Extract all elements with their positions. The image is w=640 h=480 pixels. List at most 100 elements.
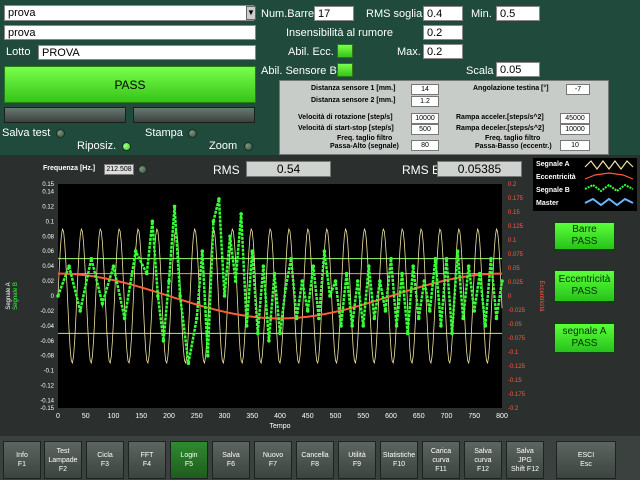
rampa-acc-field[interactable]: 45000 — [560, 113, 590, 124]
segnale-b-point-70 — [494, 316, 499, 321]
segnale-b-point-16 — [194, 316, 199, 321]
pb-field[interactable]: 10 — [560, 140, 590, 151]
segnale-b-point-58 — [428, 309, 432, 313]
y-tick-right-9: -0.025 — [508, 308, 526, 314]
abil-sensore-b-toggle[interactable] — [337, 63, 353, 77]
min-label: Min. — [471, 8, 492, 20]
lotto-label: Lotto — [6, 46, 31, 58]
x-tick-5: 250 — [191, 413, 203, 420]
rms-label: RMS — [213, 163, 240, 177]
legend-swatch-ecc — [584, 172, 634, 180]
salva-test-label: Salva test — [2, 127, 51, 139]
segnale-b-point-50 — [383, 309, 388, 313]
freq-led — [138, 165, 147, 174]
segnale-b-point-35 — [300, 279, 305, 283]
barre-pass-button[interactable]: Barre PASS — [553, 221, 616, 251]
scala-label: Scala — [466, 65, 494, 77]
insensibilita-field[interactable]: 0.2 — [423, 25, 463, 40]
angolo-field[interactable]: -7 — [566, 84, 590, 95]
fkey-f11[interactable]: Carica curva F11 — [422, 441, 460, 479]
pa-label-2: Passa-Alto (segnale) — [330, 143, 399, 150]
y-tick-right-3: 0.125 — [508, 224, 524, 230]
segnale-b-point-41 — [333, 279, 338, 283]
segnale-b-point-49 — [378, 279, 382, 283]
pass-status-button[interactable]: PASS — [4, 66, 256, 103]
dist1-field[interactable]: 14 — [411, 84, 439, 95]
salva-test-led[interactable] — [56, 129, 65, 138]
fkey-f9[interactable]: Utilità F9 — [338, 441, 376, 479]
segnale-b-point-60 — [439, 324, 443, 328]
fkey-f2[interactable]: Test Lampade F2 — [44, 441, 82, 479]
stampa-led[interactable] — [188, 129, 197, 138]
riposiz-led[interactable] — [122, 142, 131, 151]
signal-chart[interactable]: 0 50 100 150 200 250 300 350 400 450 500 550 600 650 7… — [0, 176, 553, 432]
dist2-field[interactable]: 1.2 — [411, 96, 439, 107]
legend-swatches — [584, 160, 634, 207]
vel-rot-field[interactable]: 10000 — [411, 113, 439, 124]
fkey-esc[interactable]: ESCI Esc — [556, 441, 616, 479]
rampa-dec-field[interactable]: 10000 — [560, 124, 590, 135]
fkey-f12[interactable]: Salva curva F12 — [464, 441, 502, 479]
segnale-b-point-10 — [156, 294, 160, 298]
segnale-b-point-28 — [261, 264, 266, 268]
segnale-b-point-11 — [161, 339, 166, 343]
min-field[interactable]: 0.5 — [496, 6, 540, 21]
y-tick-left-15: -0.14 — [40, 399, 54, 405]
vel-ss-field[interactable]: 500 — [411, 124, 439, 135]
segnale-b-point-62 — [450, 331, 454, 336]
segnale-a-pass-button[interactable]: segnale A PASS — [553, 322, 616, 354]
segnale-b-point-20 — [217, 197, 221, 201]
legend-label-a: Segnale A — [536, 161, 570, 168]
fkey-f3[interactable]: Cicla F3 — [86, 441, 124, 479]
x-tick-3: 150 — [135, 413, 147, 420]
segnale-b-point-12 — [167, 279, 171, 283]
abil-ecc-label: Abil. Ecc. — [288, 46, 334, 58]
rms-soglia-field[interactable]: 0.4 — [423, 6, 463, 21]
rms-soglia-label: RMS soglia — [366, 8, 423, 20]
pa-field[interactable]: 80 — [411, 140, 439, 151]
max-field[interactable]: 0.2 — [423, 44, 463, 59]
fkey-f10[interactable]: Statistiche F10 — [380, 441, 418, 479]
product-name-field[interactable]: prova — [4, 25, 256, 40]
abil-sensore-b-label: Abil. Sensore B — [261, 65, 337, 77]
num-barre-field[interactable]: 17 — [314, 6, 354, 21]
abil-ecc-toggle[interactable] — [337, 44, 353, 58]
fkey-shift-f12[interactable]: Salva JPG Shift F12 — [506, 441, 544, 479]
segnale-b-point-22 — [228, 234, 232, 239]
fkey-f6[interactable]: Salva F6 — [212, 441, 250, 479]
y-tick-right-0: 0.2 — [508, 182, 517, 188]
y-tick-left-16: -0.15 — [40, 406, 54, 412]
segnale-b-point-71 — [500, 279, 504, 283]
segnale-b-point-25 — [244, 324, 249, 328]
segnale-b-point-63 — [455, 249, 460, 253]
insensibilita-label: Insensibilità al rumore — [286, 27, 393, 39]
segnale-b-point-43 — [344, 271, 349, 276]
scala-field[interactable]: 0.05 — [496, 62, 540, 77]
chevron-down-icon[interactable]: ▼ — [246, 6, 256, 20]
segnale-b-point-19 — [211, 219, 216, 224]
x-tick-9: 450 — [302, 413, 314, 420]
y-tick-right-13: -0.125 — [508, 364, 526, 370]
segnale-b-point-59 — [433, 256, 438, 261]
fkey-f5[interactable]: Login F5 — [170, 441, 208, 479]
segnale-b-point-46 — [361, 324, 366, 328]
angolo-label: Angolazione testina [°] — [473, 85, 549, 92]
product-select[interactable]: prova — [4, 5, 254, 21]
fkey-f4[interactable]: FFT F4 — [128, 441, 166, 479]
pb-label-2: Passa-Basso (eccentr.) — [475, 143, 552, 150]
ecc-pass-l1: Eccentricità — [558, 274, 611, 285]
fkey-f1[interactable]: Info F1 — [3, 441, 41, 479]
fkey-f8[interactable]: Cancella F8 — [296, 441, 334, 479]
zoom-led[interactable] — [244, 142, 253, 151]
lotto-field[interactable]: PROVA — [38, 45, 256, 60]
y-tick-right-12: -0.1 — [508, 350, 519, 356]
segnale-b-point-4 — [100, 301, 105, 306]
x-tick-16: 800 — [496, 413, 508, 420]
y-tick-right-6: 0.05 — [508, 266, 520, 272]
y-tick-left-1: 0.14 — [42, 189, 54, 195]
segnale-b-point-3 — [89, 256, 94, 261]
fkey-f7[interactable]: Nuovo F7 — [254, 441, 292, 479]
vel-rot-label: Velocità di rotazione [step/s] — [298, 114, 393, 121]
eccentricita-pass-button[interactable]: Eccentricità PASS — [553, 269, 616, 303]
x-tick-0: 0 — [56, 413, 60, 420]
